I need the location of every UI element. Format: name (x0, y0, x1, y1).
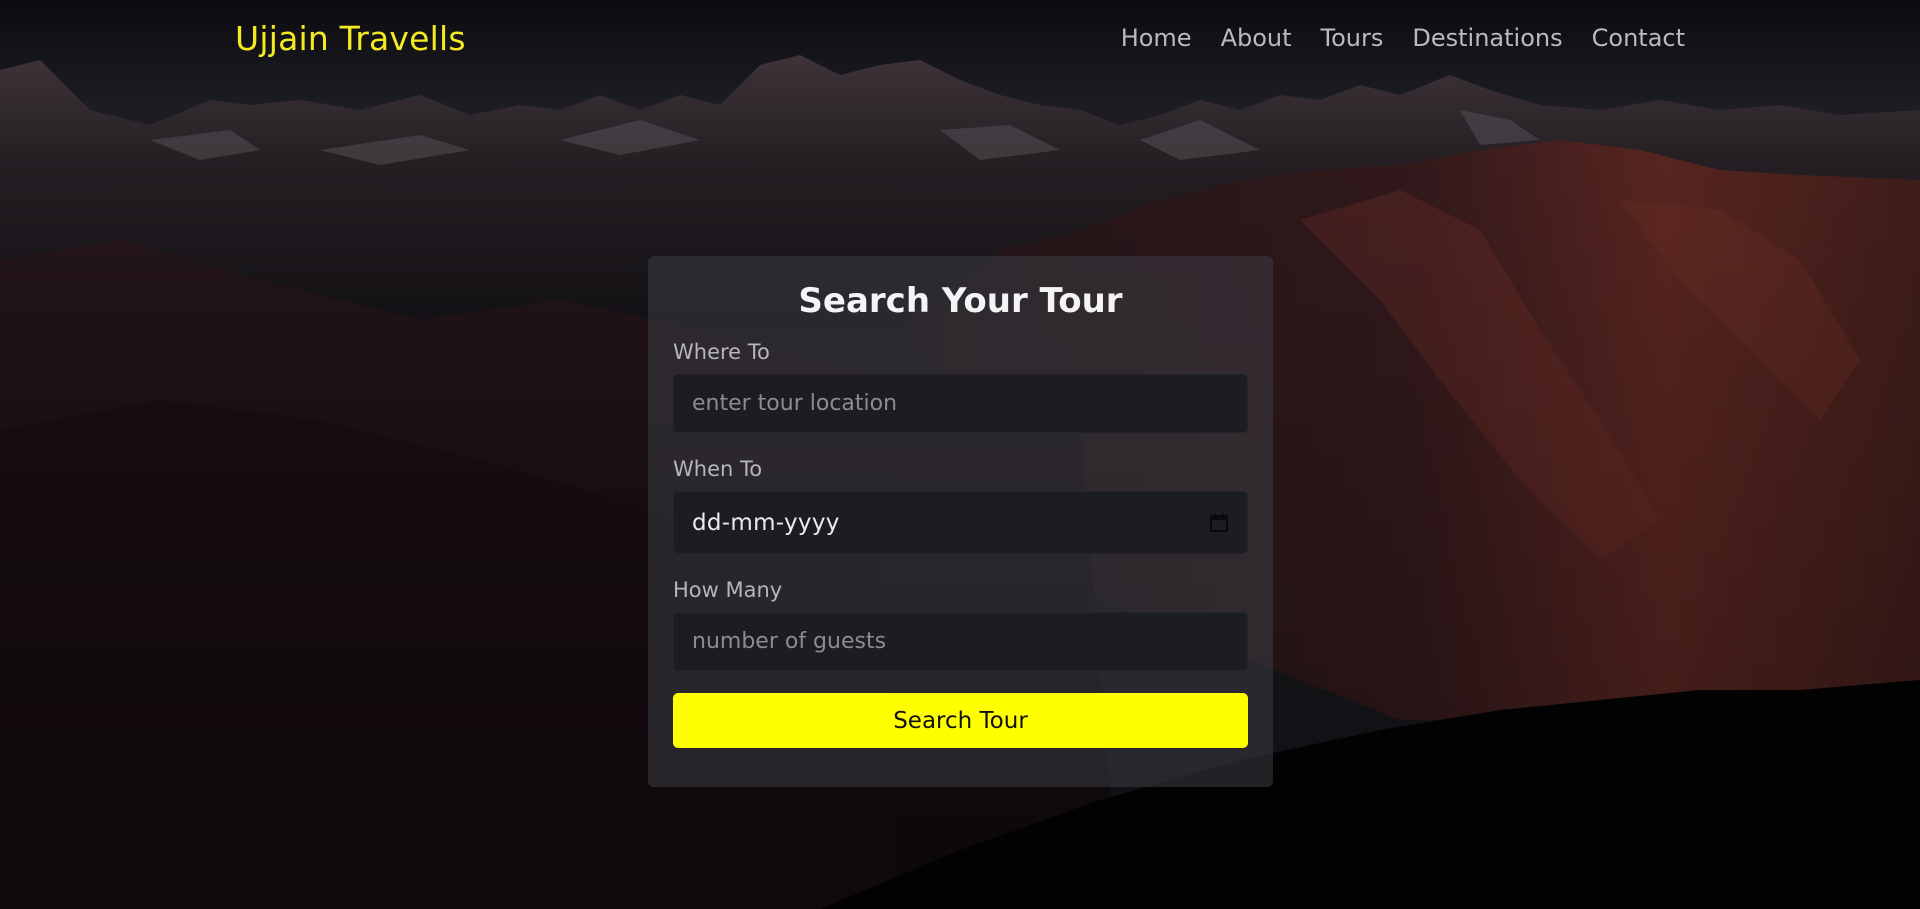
calendar-icon[interactable] (1209, 513, 1229, 533)
search-tour-button[interactable]: Search Tour (673, 693, 1248, 748)
date-input-value[interactable]: dd-mm-yyyy (692, 510, 1209, 536)
search-tour-form: Search Your Tour Where To When To dd-mm-… (648, 256, 1273, 787)
nav-link-tours[interactable]: Tours (1321, 22, 1384, 54)
when-to-date-field[interactable]: dd-mm-yyyy (673, 491, 1248, 554)
how-many-label: How Many (673, 578, 783, 602)
where-to-field[interactable] (673, 374, 1248, 433)
form-title: Search Your Tour (798, 281, 1123, 321)
nav-link-contact[interactable]: Contact (1592, 22, 1685, 54)
top-navbar: Ujjain Travells Home About Tours Destina… (0, 0, 1920, 78)
main-nav: Home About Tours Destinations Contact (1121, 22, 1685, 54)
guests-input[interactable] (692, 629, 1229, 654)
nav-link-home[interactable]: Home (1121, 22, 1192, 54)
how-many-field[interactable] (673, 612, 1248, 671)
nav-link-about[interactable]: About (1221, 22, 1292, 54)
where-to-input[interactable] (692, 391, 1229, 416)
where-to-label: Where To (673, 340, 770, 364)
nav-link-destinations[interactable]: Destinations (1412, 22, 1562, 54)
when-to-label: When To (673, 457, 763, 481)
brand-logo-link[interactable]: Ujjain Travells (235, 18, 466, 60)
